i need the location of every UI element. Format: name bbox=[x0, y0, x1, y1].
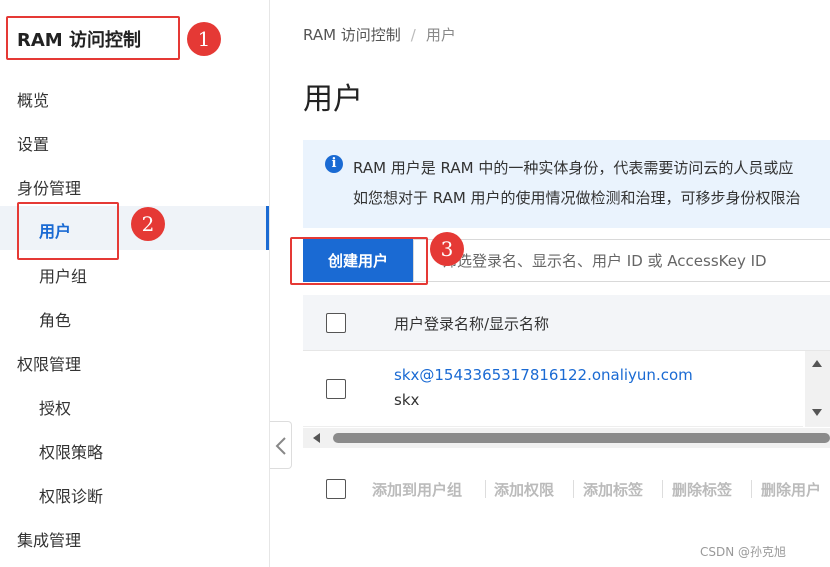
sidebar: RAM 访问控制 概览 设置 身份管理 用户 用户组 角色 权限管理 授权 权限… bbox=[0, 0, 270, 567]
table-row: skx@1543365317816122.onaliyun.com skx bbox=[303, 351, 803, 427]
breadcrumb-root[interactable]: RAM 访问控制 bbox=[303, 26, 401, 44]
sidebar-item-roles[interactable]: 角色 bbox=[39, 307, 71, 331]
info-icon: i bbox=[325, 155, 343, 173]
watermark: CSDN @孙克旭 bbox=[700, 545, 787, 559]
chevron-left-icon bbox=[275, 437, 286, 455]
row-checkbox[interactable] bbox=[326, 379, 346, 399]
vertical-scrollbar[interactable] bbox=[805, 351, 830, 427]
action-divider bbox=[662, 480, 663, 498]
annotation-box-3 bbox=[290, 237, 428, 285]
action-divider bbox=[573, 480, 574, 498]
horizontal-scrollbar[interactable] bbox=[303, 428, 830, 448]
info-banner: i RAM 用户是 RAM 中的一种实体身份，代表需要访问云的人员或应 如您想对… bbox=[303, 140, 830, 228]
sidebar-item-overview[interactable]: 概览 bbox=[17, 87, 49, 111]
add-to-group-action[interactable]: 添加到用户组 bbox=[372, 479, 462, 500]
column-header-login-name: 用户登录名称/显示名称 bbox=[394, 315, 550, 333]
scroll-up-arrow-icon[interactable] bbox=[812, 360, 822, 367]
info-text-line2: 如您想对于 RAM 用户的使用情况做检测和治理，可移步身份权限治 bbox=[353, 189, 801, 207]
sidebar-collapse-handle[interactable] bbox=[270, 421, 292, 469]
user-display-name: skx bbox=[394, 391, 420, 409]
breadcrumb-current: 用户 bbox=[425, 26, 456, 44]
user-search-input[interactable] bbox=[413, 239, 830, 282]
action-divider bbox=[485, 480, 486, 498]
annotation-badge-1: 1 bbox=[187, 22, 221, 56]
table-header: 用户登录名称/显示名称 bbox=[303, 295, 830, 351]
sidebar-group-identity[interactable]: 身份管理 bbox=[17, 175, 81, 199]
user-login-name-link[interactable]: skx@1543365317816122.onaliyun.com bbox=[394, 366, 693, 384]
annotation-box-1 bbox=[6, 16, 180, 60]
select-all-checkbox[interactable] bbox=[326, 313, 346, 333]
breadcrumb: RAM 访问控制 / 用户 bbox=[303, 24, 456, 45]
annotation-badge-2: 2 bbox=[131, 207, 165, 241]
horizontal-scroll-thumb[interactable] bbox=[333, 433, 830, 443]
page-title: 用户 bbox=[303, 82, 363, 117]
action-divider bbox=[751, 480, 752, 498]
sidebar-group-permissions[interactable]: 权限管理 bbox=[17, 351, 81, 375]
scroll-left-arrow-icon[interactable] bbox=[313, 433, 320, 443]
delete-user-action[interactable]: 删除用户 bbox=[761, 479, 821, 500]
breadcrumb-separator: / bbox=[410, 26, 416, 44]
add-permission-action[interactable]: 添加权限 bbox=[494, 479, 554, 500]
remove-tag-action[interactable]: 删除标签 bbox=[672, 479, 732, 500]
active-indicator bbox=[266, 206, 269, 250]
add-tag-action[interactable]: 添加标签 bbox=[583, 479, 643, 500]
sidebar-item-user-groups[interactable]: 用户组 bbox=[39, 263, 87, 287]
batch-actions-bar: 添加到用户组 添加权限 添加标签 删除标签 删除用户 bbox=[303, 468, 830, 508]
annotation-badge-3: 3 bbox=[430, 232, 464, 266]
sidebar-item-policies[interactable]: 权限策略 bbox=[39, 439, 103, 463]
info-text-line1: RAM 用户是 RAM 中的一种实体身份，代表需要访问云的人员或应 bbox=[353, 159, 794, 177]
sidebar-item-diagnosis[interactable]: 权限诊断 bbox=[39, 483, 103, 507]
annotation-box-2 bbox=[17, 202, 119, 260]
scroll-down-arrow-icon[interactable] bbox=[812, 409, 822, 416]
sidebar-item-settings[interactable]: 设置 bbox=[17, 131, 49, 155]
batch-select-checkbox[interactable] bbox=[326, 479, 346, 499]
sidebar-item-grants[interactable]: 授权 bbox=[39, 395, 71, 419]
sidebar-group-integration[interactable]: 集成管理 bbox=[17, 527, 81, 551]
